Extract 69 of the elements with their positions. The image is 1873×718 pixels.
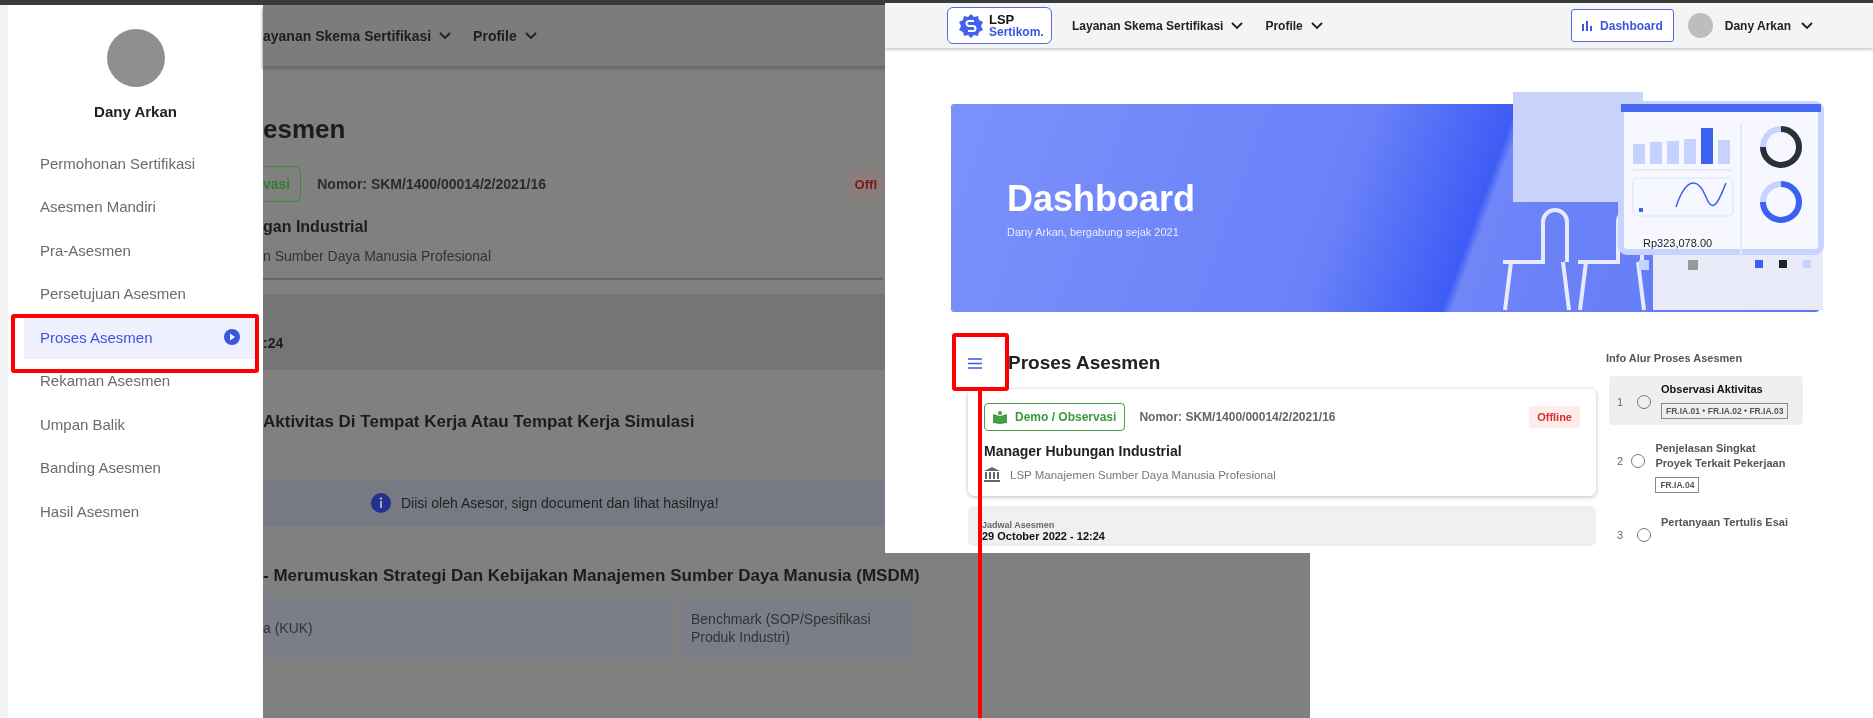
- banner-title: Dashboard: [1007, 178, 1197, 220]
- form-code-tag: FR.IA.04: [1655, 477, 1700, 493]
- institution-building-icon: [984, 467, 1000, 482]
- schedule-time: :24: [263, 335, 284, 351]
- step-number: 1: [1617, 396, 1625, 408]
- highlight-box: [952, 333, 1009, 391]
- nav-menu[interactable]: Profile: [1265, 18, 1323, 33]
- certificate-number: Nomor: SKM/1400/00014/2/2021/16: [317, 176, 547, 192]
- chevron-down-icon[interactable]: [1801, 21, 1813, 30]
- step-number: 2: [1617, 455, 1625, 467]
- sidebar-item[interactable]: Persetujuan Asesmen: [24, 272, 256, 315]
- section-title: Proses Asesmen: [1008, 352, 1161, 374]
- type-badge: vasi: [263, 166, 302, 202]
- menu-icon[interactable]: [968, 357, 982, 369]
- banner-subtitle: Dany Arkan, bergabung sejak 2021: [1007, 226, 1180, 238]
- sidebar-item[interactable]: Banding Asesmen: [24, 446, 256, 489]
- process-step[interactable]: 3 Pertanyaan Tertulis Esai: [1609, 509, 1803, 548]
- table-header-cell: a (KUK): [263, 596, 673, 660]
- user-name[interactable]: Dany Arkan: [1724, 18, 1791, 33]
- page-heading: esmen: [263, 114, 346, 146]
- activity-title: Aktivitas Di Tempat Kerja Atau Tempat Kerja Simulasi: [263, 412, 695, 432]
- logo-badge-icon: [958, 12, 984, 39]
- info-text: Diisi oleh Asesor, sign document dan lihat hasilnya!: [401, 495, 719, 511]
- amount-text: Rp323,078.00: [1643, 237, 1713, 249]
- step-title: Observasi Aktivitas: [1661, 382, 1764, 397]
- nav-menu[interactable]: Profile: [473, 27, 537, 44]
- play-icon: [224, 329, 240, 346]
- nav-menu[interactable]: Layanan Skema Sertifikasi: [1072, 18, 1244, 33]
- info-icon: [371, 493, 391, 513]
- scheme-title: Manager Hubungan Industrial: [984, 443, 1183, 459]
- sidebar-item[interactable]: Hasil Asesmen: [24, 490, 256, 533]
- institution-name: n Sumber Daya Manusia Profesional: [263, 248, 492, 264]
- bar-chart-icon: [1582, 20, 1593, 31]
- status-badge: Offline: [1529, 406, 1580, 428]
- avatar: [1687, 13, 1713, 38]
- reading-book-icon: [993, 410, 1007, 424]
- status-badge: Offl: [848, 168, 883, 200]
- type-badge: Demo / Observasi: [984, 403, 1126, 431]
- nav-menu[interactable]: ayanan Skema Sertifikasi: [263, 27, 452, 44]
- sidebar-item[interactable]: Pra-Asesmen: [24, 229, 256, 272]
- dashboard-button[interactable]: Dashboard: [1571, 9, 1674, 42]
- schedule-value: 29 October 2022 - 12:24: [982, 530, 1106, 543]
- step-title: Penjelasan Singkat Proyek Terkait Pekerjaan: [1655, 441, 1787, 471]
- chevron-down-icon: [524, 31, 537, 40]
- avatar: [106, 29, 165, 87]
- logo-text: Sertikom.: [989, 25, 1044, 39]
- table-header-cell: Benchmark (SOP/Spesifikasi Produk Industri): [679, 596, 913, 660]
- schedule-label: Jadwal Asesmen: [982, 520, 1056, 530]
- form-code-tag: FR.IA.01 • FR.IA.02 • FR.IA.03: [1661, 403, 1789, 419]
- certificate-number: Nomor: SKM/1400/00014/2/2021/16: [1139, 410, 1336, 424]
- sidebar-item[interactable]: Umpan Balik: [24, 403, 256, 446]
- info-title: Info Alur Proses Asesmen: [1606, 352, 1744, 364]
- sidebar-item[interactable]: Rekaman Asesmen: [24, 359, 256, 402]
- scheme-title: gan Industrial: [263, 218, 369, 236]
- process-step[interactable]: 2 Penjelasan Singkat Proyek Terkait Pekerjaan FR.IA.04: [1609, 435, 1803, 499]
- unit-title: - Merumuskan Strategi Dan Kebijakan Manajemen Sumber Daya Manusia (MSDM): [263, 566, 920, 586]
- step-number: 3: [1617, 529, 1625, 541]
- logo[interactable]: LSP Sertikom.: [947, 7, 1052, 44]
- chevron-down-icon: [1310, 21, 1323, 30]
- logo-text: LSP: [989, 12, 1016, 26]
- user-name: Dany Arkan: [94, 103, 177, 120]
- sidebar-item[interactable]: Permohonan Sertifikasi: [24, 142, 256, 185]
- step-title: Pertanyaan Tertulis Esai: [1661, 515, 1788, 530]
- institution-name: LSP Manajemen Sumber Daya Manusia Profesional: [1010, 468, 1276, 481]
- sidebar-item[interactable]: Proses Asesmen: [24, 316, 256, 359]
- sidebar-item[interactable]: Asesmen Mandiri: [24, 185, 256, 228]
- chevron-down-icon: [1231, 21, 1244, 30]
- chevron-down-icon: [439, 31, 452, 40]
- process-step[interactable]: 1 Observasi Aktivitas FR.IA.01 • FR.IA.02 • FR.IA.03: [1609, 376, 1803, 425]
